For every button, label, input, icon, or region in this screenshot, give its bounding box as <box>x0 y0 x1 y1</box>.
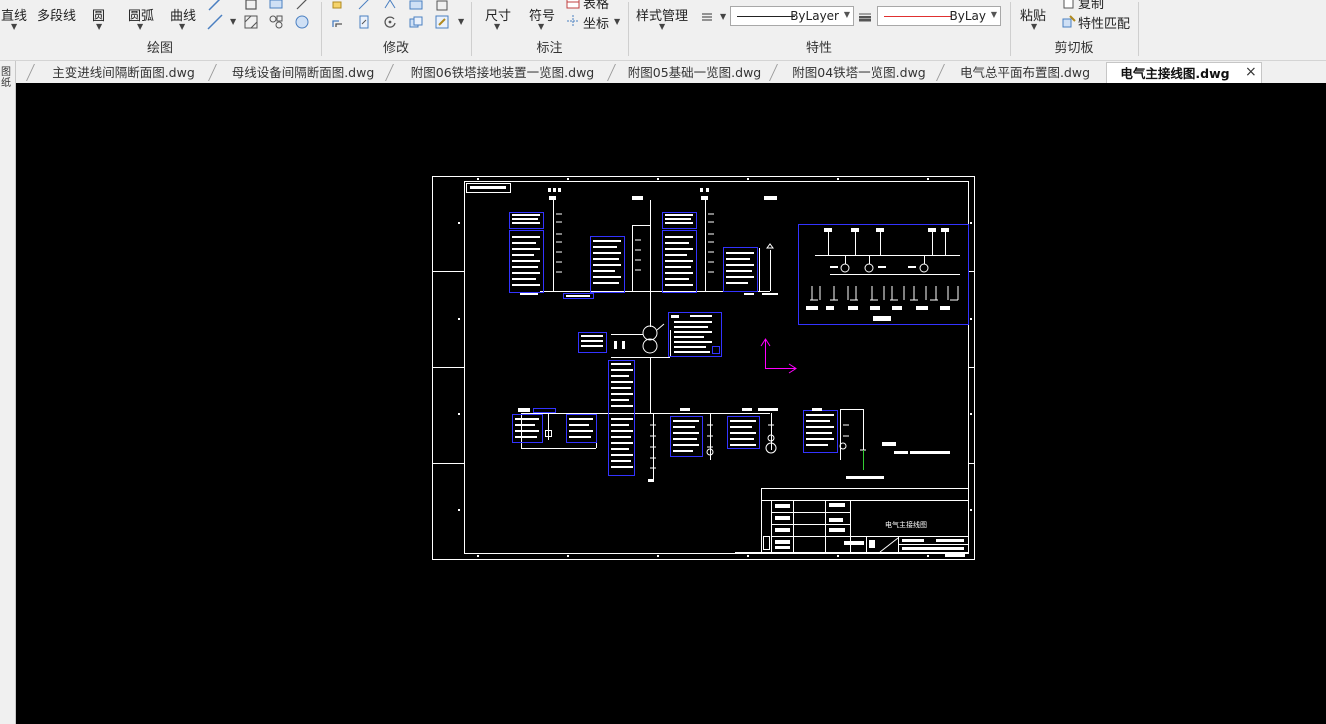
scale-icon[interactable] <box>356 0 372 12</box>
close-tab-icon[interactable]: × <box>1245 63 1257 81</box>
lineweight-select[interactable]: ByLay ▼ <box>877 6 1001 26</box>
xline-icon[interactable] <box>207 14 223 30</box>
modify-dropdown-icon[interactable]: ▼ <box>458 17 464 26</box>
upper-switch-symbols <box>556 213 774 273</box>
array-icon[interactable] <box>434 0 450 12</box>
table-icon[interactable] <box>565 0 581 10</box>
style-manager-dropdown-icon[interactable]: ▼ <box>659 22 665 31</box>
upper-feeder-labels <box>548 188 777 200</box>
ucs-icon <box>760 338 797 374</box>
modify-group-label: 修改 <box>382 41 409 56</box>
draw-group: 直线 ▼ 多段线 圆 ▼ 圆弧 ▼ 曲线 ▼ ▼ 绘图 <box>0 0 320 60</box>
match-properties-icon[interactable] <box>1061 13 1077 29</box>
tab-document-1[interactable]: 主变进线间隔断面图.dwg <box>36 62 211 83</box>
rotate-icon[interactable] <box>382 14 398 30</box>
upper-busbar <box>540 200 771 413</box>
ray-icon[interactable] <box>207 0 223 12</box>
tab-active-label: 电气主接线图.dwg <box>1120 66 1230 81</box>
drawing-svg[interactable]: 电气主接线图 <box>16 83 1326 724</box>
coordinate-button[interactable]: 坐标 <box>583 13 609 32</box>
title-block-fields <box>775 503 965 557</box>
edit-icon[interactable] <box>434 14 450 30</box>
drawing-canvas[interactable]: 电气主接线图 <box>16 83 1326 724</box>
fillet-icon[interactable] <box>382 0 398 12</box>
line-dropdown-icon[interactable]: ▼ <box>11 22 17 31</box>
stretch-icon[interactable] <box>408 0 424 12</box>
title-block-drawing-name: 电气主接线图 <box>885 520 927 529</box>
modify-group: ▼ 修改 <box>322 0 470 60</box>
ribbon: 直线 ▼ 多段线 圆 ▼ 圆弧 ▼ 曲线 ▼ ▼ 绘图 ▼ 修改 尺寸 ▼ 符号… <box>0 0 1326 61</box>
tab-document-4[interactable]: 附图05基础一览图.dwg <box>617 62 772 83</box>
coordinate-dropdown-icon[interactable]: ▼ <box>614 17 620 26</box>
copy-button[interactable]: 复制 <box>1078 0 1104 12</box>
drawing-code-text <box>470 186 506 189</box>
sheet-inner-frame <box>464 181 969 554</box>
transformer-text <box>581 315 712 353</box>
chevron-down-icon: ▼ <box>990 10 997 19</box>
sheet-outer-frame <box>432 176 975 560</box>
lower-switch-symbols <box>545 424 866 469</box>
linetype-select[interactable]: ByLayer ▼ <box>730 6 854 26</box>
mirror-icon[interactable] <box>356 14 372 30</box>
side-panel-strip[interactable]: 图纸 <box>0 61 16 724</box>
tab-document-6[interactable]: 电气总平面布置图.dwg <box>946 62 1104 83</box>
properties-group-label: 特性 <box>805 41 832 56</box>
clipboard-group: 粘贴 ▼ 复制 特性匹配 剪切板 <box>1011 0 1137 60</box>
chevron-down-icon: ▼ <box>843 10 850 19</box>
document-tab-bar: 主变进线间隔断面图.dwg 母线设备间隔断面图.dwg 附图06铁塔接地装置一览… <box>0 61 1326 84</box>
draw-group-label: 绘图 <box>146 41 173 56</box>
symbol-dropdown-icon[interactable]: ▼ <box>538 22 544 31</box>
lineweight-value: ByLay <box>949 9 986 23</box>
boundary-icon[interactable] <box>294 14 310 30</box>
arc-dropdown-icon[interactable]: ▼ <box>137 22 143 31</box>
linetype-value: ByLayer <box>790 9 839 23</box>
rectangle-icon[interactable] <box>243 0 259 12</box>
main-transformer <box>611 323 671 358</box>
ribbon-separator <box>1138 2 1139 56</box>
clipboard-group-label: 剪切板 <box>1054 41 1094 56</box>
annotation-group: 尺寸 ▼ 符号 ▼ 表格 坐标 ▼ 标注 <box>472 0 627 60</box>
tab-document-2[interactable]: 母线设备间隔断面图.dwg <box>218 62 388 83</box>
block-icon[interactable] <box>268 0 284 12</box>
upper-equipment-text <box>512 214 778 297</box>
offset-icon[interactable] <box>330 14 346 30</box>
circle-dropdown-icon[interactable]: ▼ <box>96 22 102 31</box>
lower-equipment-blocks <box>512 360 838 476</box>
arrow-icon[interactable] <box>294 0 310 12</box>
lower-equipment-text <box>515 363 950 482</box>
dimension-dropdown-icon[interactable]: ▼ <box>494 22 500 31</box>
lineweight-preview <box>884 16 952 17</box>
linetype-list-icon[interactable] <box>699 9 715 25</box>
copy-objects-icon[interactable] <box>408 14 424 30</box>
tab-document-active[interactable]: 电气主接线图.dwg <box>1106 62 1262 83</box>
polyline-button[interactable]: 多段线 <box>37 5 76 24</box>
tab-document-5[interactable]: 附图04铁塔一览图.dwg <box>779 62 939 83</box>
side-panel-label: 图纸 <box>1 67 11 89</box>
copy-icon[interactable] <box>1061 0 1077 10</box>
paste-dropdown-icon[interactable]: ▼ <box>1031 22 1037 31</box>
table-button[interactable]: 表格 <box>583 0 609 12</box>
linetype-list-dropdown-icon[interactable]: ▼ <box>720 12 726 21</box>
curve-dropdown-icon[interactable]: ▼ <box>179 22 185 31</box>
region-icon[interactable] <box>268 14 284 30</box>
properties-group: 样式管理 ▼ ▼ ByLayer ▼ ByLay ▼ 特性 <box>629 0 1009 60</box>
move-icon[interactable] <box>330 0 346 12</box>
tab-separator <box>26 64 35 81</box>
coordinate-icon[interactable] <box>565 13 581 29</box>
lineweight-icon[interactable] <box>857 9 873 25</box>
match-properties-button[interactable]: 特性匹配 <box>1078 13 1130 32</box>
hatch-icon[interactable] <box>243 14 259 30</box>
annotation-group-label: 标注 <box>536 41 563 56</box>
linetype-preview <box>737 16 795 17</box>
tab-document-3[interactable]: 附图06铁塔接地装置一览图.dwg <box>395 62 610 83</box>
xline-dropdown-icon[interactable]: ▼ <box>230 17 236 26</box>
